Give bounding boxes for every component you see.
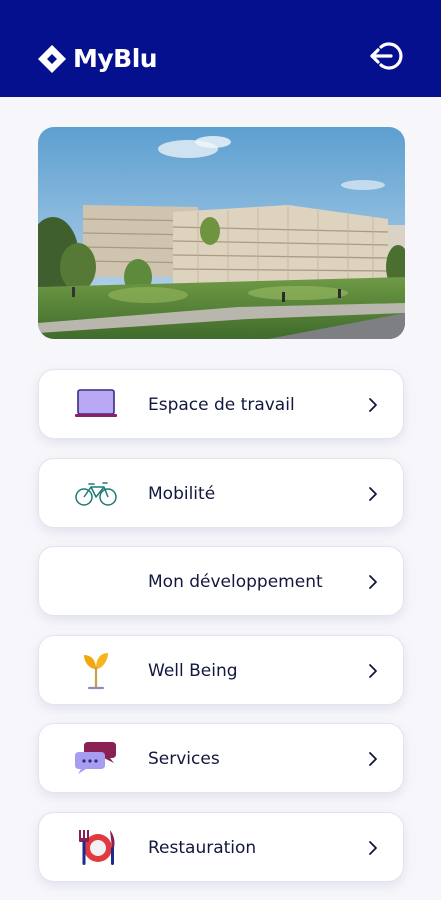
chevron-right-icon <box>369 575 377 589</box>
menu-item-label: Well Being <box>148 661 238 681</box>
hero-image <box>38 127 405 339</box>
app-header: MyBlu <box>0 0 441 97</box>
diamond-logo-icon <box>38 45 66 73</box>
laptop-icon <box>74 384 118 424</box>
chevron-right-icon <box>369 664 377 678</box>
logout-button[interactable] <box>366 39 406 73</box>
app-name: MyBlu <box>73 44 158 73</box>
menu-item-espace-de-travail[interactable]: Espace de travail <box>38 369 404 439</box>
campus-building-photo <box>38 127 405 339</box>
sprout-icon <box>74 650 118 690</box>
chevron-right-icon <box>369 487 377 501</box>
menu-item-mon-developpement[interactable]: Mon développement <box>38 546 404 616</box>
menu-item-label: Espace de travail <box>148 395 295 415</box>
menu-item-label: Restauration <box>148 838 257 858</box>
menu-item-label: Services <box>148 749 220 769</box>
brand: MyBlu <box>37 42 158 76</box>
menu-item-well-being[interactable]: Well Being <box>38 635 404 705</box>
menu-item-mobilite[interactable]: Mobilité <box>38 458 404 528</box>
bicycle-icon <box>74 473 118 513</box>
cutlery-plate-icon <box>74 827 118 867</box>
menu-item-services[interactable]: Services <box>38 723 404 793</box>
chevron-right-icon <box>369 752 377 766</box>
menu-item-restauration[interactable]: Restauration <box>38 812 404 882</box>
chevron-right-icon <box>369 841 377 855</box>
menu-item-label: Mon développement <box>148 572 323 592</box>
logout-icon <box>370 42 403 70</box>
chat-bubbles-icon <box>74 738 118 778</box>
chevron-right-icon <box>369 398 377 412</box>
menu-item-label: Mobilité <box>148 484 216 504</box>
